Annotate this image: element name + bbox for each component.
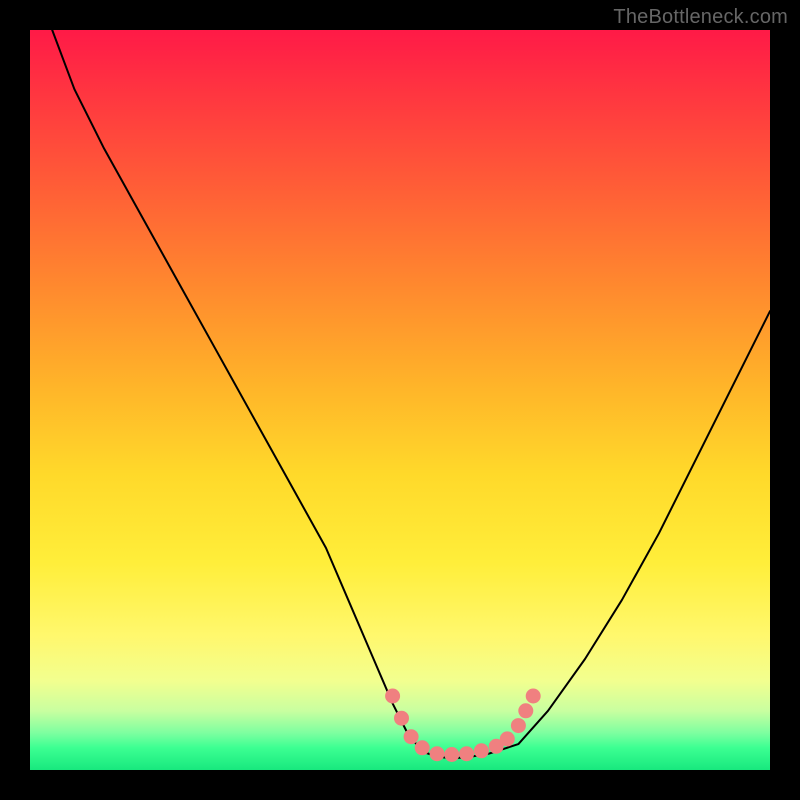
watermark-text: TheBottleneck.com xyxy=(613,6,788,29)
data-marker xyxy=(444,747,459,762)
data-marker xyxy=(385,689,400,704)
data-marker xyxy=(500,731,515,746)
bottleneck-curve-path xyxy=(52,30,770,758)
data-marker xyxy=(526,689,541,704)
data-marker xyxy=(474,743,489,758)
marker-layer xyxy=(385,689,541,763)
chart-svg xyxy=(30,30,770,770)
curve-layer xyxy=(52,30,770,758)
data-marker xyxy=(459,746,474,761)
data-marker xyxy=(430,746,445,761)
data-marker xyxy=(511,718,526,733)
chart-frame: TheBottleneck.com xyxy=(0,0,800,800)
data-marker xyxy=(518,703,533,718)
data-marker xyxy=(404,729,419,744)
data-marker xyxy=(415,740,430,755)
data-marker xyxy=(394,711,409,726)
plot-area xyxy=(30,30,770,770)
